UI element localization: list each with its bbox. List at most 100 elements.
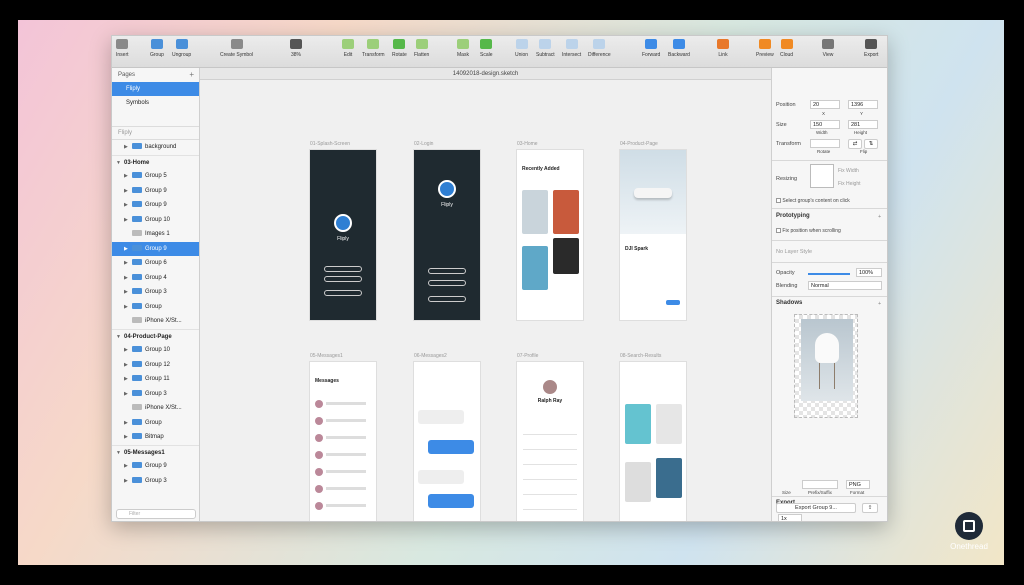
toolbar-rotate-button[interactable]: Rotate (392, 39, 407, 58)
disclosure-triangle-icon[interactable]: ▶ (124, 459, 132, 474)
artboard-label[interactable]: 07-Profile (517, 353, 538, 359)
layer-row[interactable]: ▶ Group 10 (112, 213, 199, 228)
disclosure-triangle-icon[interactable]: ▶ (124, 198, 132, 213)
flip-horizontal-button[interactable]: ⇄ (848, 139, 862, 149)
artboard-label[interactable]: 04-Product-Page (620, 141, 658, 147)
disclosure-triangle-icon[interactable]: ▶ (124, 140, 132, 155)
layer-row[interactable]: ▶ Group 9 (112, 198, 199, 213)
fix-position-checkbox[interactable]: Fix position when scrolling (776, 228, 841, 234)
layer-artboard[interactable]: ▼ 03-Home (112, 154, 199, 171)
disclosure-triangle-icon[interactable]: ▼ (116, 330, 124, 345)
artboard-01-splash-screen[interactable]: Fliply (310, 150, 376, 320)
artboard-04-product-page[interactable]: DJI Spark (620, 150, 686, 320)
add-prototype-icon[interactable]: + (878, 214, 881, 220)
share-icon[interactable]: ⇪ (862, 503, 878, 513)
layer-row[interactable]: Images 1 (112, 227, 199, 242)
artboard-label[interactable]: 03-Home (517, 141, 538, 147)
flip-vertical-button[interactable]: ⇅ (864, 139, 878, 149)
toolbar-link-button[interactable]: Link (717, 39, 729, 58)
artboard-03-home[interactable]: Recently Added (517, 150, 583, 320)
layer-row[interactable]: ▶ Group 9 (112, 459, 199, 474)
toolbar-preview-button[interactable]: Preview (756, 39, 774, 58)
toolbar-38--button[interactable]: 38% (290, 39, 302, 58)
layer-row[interactable]: ▶ Bitmap (112, 430, 199, 445)
disclosure-triangle-icon[interactable]: ▶ (124, 184, 132, 199)
toolbar-transform-button[interactable]: Transform (362, 39, 385, 58)
layer-row[interactable]: ▶ Group (112, 416, 199, 431)
disclosure-triangle-icon[interactable]: ▶ (124, 213, 132, 228)
width-field[interactable]: 150 (810, 120, 840, 129)
toolbar-insert-button[interactable]: Insert (116, 39, 129, 58)
disclosure-triangle-icon[interactable]: ▶ (124, 343, 132, 358)
disclosure-triangle-icon[interactable]: ▶ (124, 372, 132, 387)
disclosure-triangle-icon[interactable]: ▶ (124, 430, 132, 445)
disclosure-triangle-icon[interactable]: ▶ (124, 300, 132, 315)
opacity-field[interactable]: 100% (856, 268, 882, 277)
layer-row[interactable]: ▶ Group 9 (112, 184, 199, 199)
layer-row[interactable]: ▶ Group 12 (112, 358, 199, 373)
disclosure-triangle-icon[interactable]: ▶ (124, 271, 132, 286)
layer-row[interactable]: iPhone X/St... (112, 314, 199, 329)
layer-row[interactable]: ▶ Group 4 (112, 271, 199, 286)
layer-row[interactable]: ▶ Group 11 (112, 372, 199, 387)
toolbar-forward-button[interactable]: Forward (642, 39, 660, 58)
disclosure-triangle-icon[interactable]: ▼ (116, 156, 124, 171)
add-page-icon[interactable]: + (189, 70, 194, 79)
disclosure-triangle-icon[interactable]: ▶ (124, 242, 132, 257)
toolbar-create-symbol-button[interactable]: Create Symbol (220, 39, 253, 58)
layer-row[interactable]: ▶ Group 6 (112, 256, 199, 271)
toolbar-ungroup-button[interactable]: Ungroup (172, 39, 191, 58)
layer-row[interactable]: ▶ Group 3 (112, 387, 199, 402)
layer-row[interactable]: ▶ Group (112, 300, 199, 315)
rotate-field[interactable] (810, 139, 840, 148)
artboard-label[interactable]: 08-Search-Results (620, 353, 661, 359)
export-group-button[interactable]: Export Group 9... (776, 503, 856, 513)
disclosure-triangle-icon[interactable]: ▶ (124, 416, 132, 431)
toolbar-edit-button[interactable]: Edit (342, 39, 354, 58)
artboard-02-login[interactable]: Fliply (414, 150, 480, 320)
layer-row[interactable]: ▶ Group 5 (112, 169, 199, 184)
select-group-checkbox[interactable]: Select group's content on click (776, 198, 850, 204)
toolbar-view-button[interactable]: View (822, 39, 834, 58)
layer-row[interactable]: ▶ background (112, 140, 199, 155)
height-field[interactable]: 281 (848, 120, 878, 129)
disclosure-triangle-icon[interactable]: ▶ (124, 474, 132, 489)
layer-artboard[interactable]: ▼ 05-Messages1 (112, 444, 199, 461)
resizing-widget[interactable] (810, 164, 834, 188)
layer-style-select[interactable]: No Layer Style (776, 249, 812, 255)
toolbar-difference-button[interactable]: Difference (588, 39, 611, 58)
layer-row[interactable]: ▶ Group 9 (112, 241, 199, 257)
canvas[interactable]: 01-Splash-Screen Fliply 02-Login Fliply 03-H… (200, 80, 771, 521)
layer-row[interactable]: ▶ Group 10 (112, 343, 199, 358)
artboard-05-messages1[interactable]: Messages (310, 362, 376, 521)
disclosure-triangle-icon[interactable]: ▶ (124, 285, 132, 300)
toolbar-mask-button[interactable]: Mask (457, 39, 469, 58)
toolbar-scale-button[interactable]: Scale (480, 39, 493, 58)
layer-row[interactable]: iPhone X/St... (112, 401, 199, 416)
disclosure-triangle-icon[interactable]: ▼ (116, 446, 124, 461)
disclosure-triangle-icon[interactable]: ▶ (124, 358, 132, 373)
export-format-select[interactable]: PNG (846, 480, 870, 489)
artboard-08-search-results[interactable] (620, 362, 686, 521)
artboard-label[interactable]: 05-Messages1 (310, 353, 343, 359)
add-shadow-icon[interactable]: + (878, 301, 881, 307)
artboard-label[interactable]: 06-Messages2 (414, 353, 447, 359)
toolbar-group-button[interactable]: Group (150, 39, 164, 58)
page-item-symbols[interactable]: Symbols (112, 96, 199, 110)
fix-width-option[interactable]: Fix Width (838, 168, 859, 174)
toolbar-flatten-button[interactable]: Flatten (414, 39, 429, 58)
toolbar-export-button[interactable]: Export (864, 39, 878, 58)
layer-artboard[interactable]: ▼ 04-Product-Page (112, 328, 199, 345)
filter-input[interactable]: Filter (116, 509, 196, 519)
toolbar-backward-button[interactable]: Backward (668, 39, 690, 58)
opacity-slider[interactable] (808, 273, 850, 275)
artboard-label[interactable]: 01-Splash-Screen (310, 141, 350, 147)
x-field[interactable]: 20 (810, 100, 840, 109)
artboard-label[interactable]: 02-Login (414, 141, 433, 147)
blending-select[interactable]: Normal (808, 281, 882, 290)
y-field[interactable]: 1396 (848, 100, 878, 109)
toolbar-subtract-button[interactable]: Subtract (536, 39, 555, 58)
fix-height-option[interactable]: Fix Height (838, 181, 861, 187)
disclosure-triangle-icon[interactable]: ▶ (124, 169, 132, 184)
artboard-06-messages2[interactable] (414, 362, 480, 521)
